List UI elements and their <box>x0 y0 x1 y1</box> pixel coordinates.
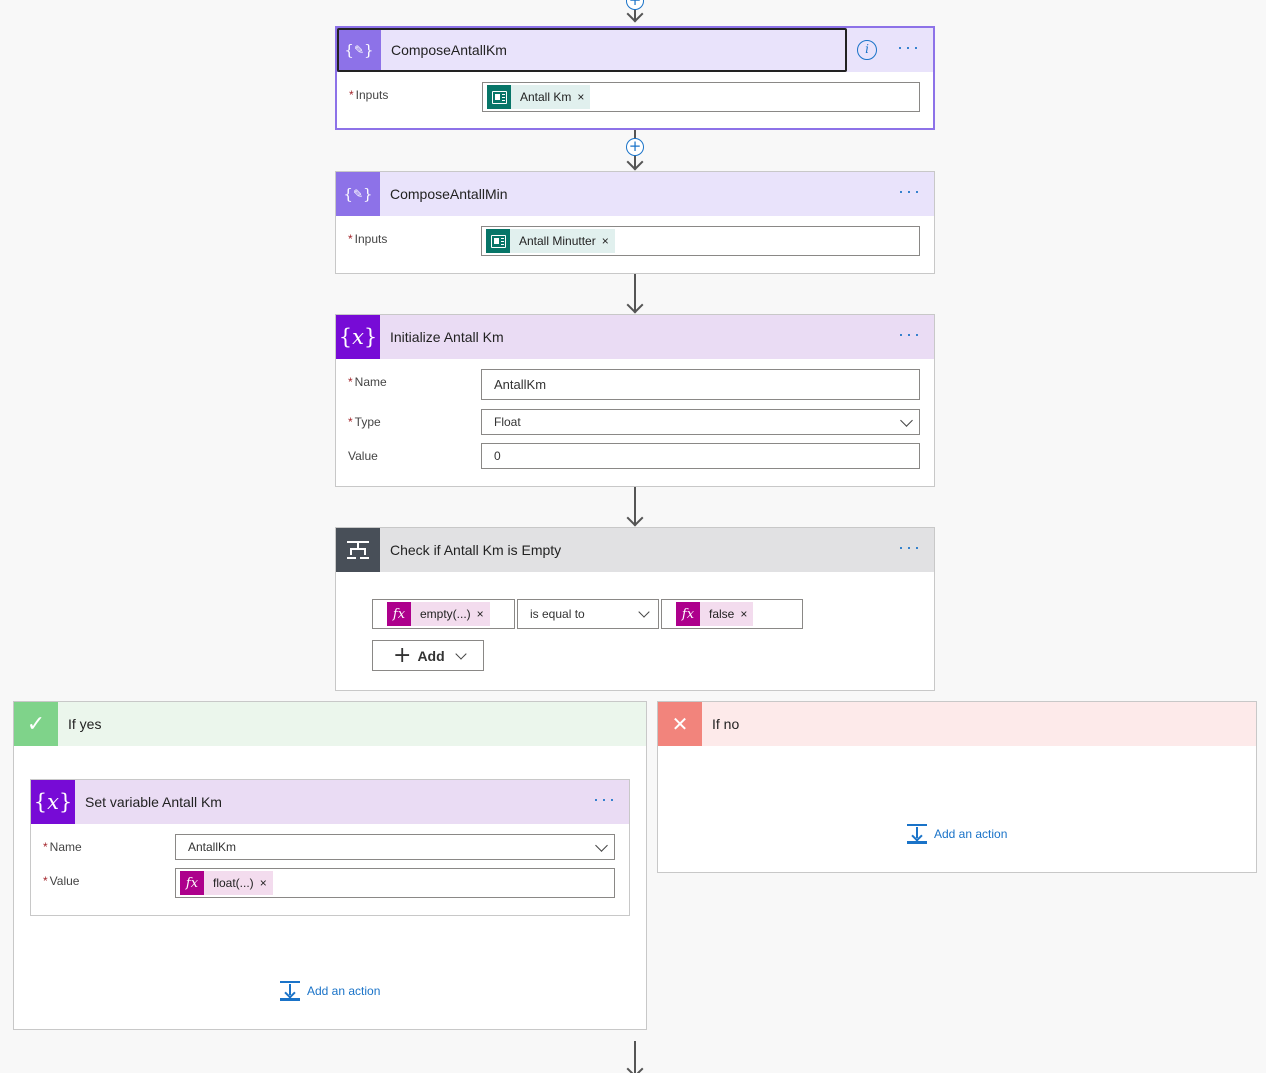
value-label: Value <box>348 449 378 463</box>
connector-arrowhead <box>626 509 644 527</box>
chevron-down-icon <box>595 839 608 852</box>
condition-left-operand[interactable]: fx empty(...) × <box>372 599 515 629</box>
value-label: * Value <box>43 874 80 888</box>
fx-icon: fx <box>387 602 411 626</box>
add-action-label: Add an action <box>934 827 1008 841</box>
variable-name-dropdown[interactable]: AntallKm <box>175 834 615 860</box>
branch-header[interactable]: ✓ If yes <box>14 702 646 746</box>
inputs-field[interactable]: Antall Minutter × <box>481 226 920 256</box>
token-label: false <box>700 602 741 626</box>
branch-title: If yes <box>68 716 102 732</box>
add-an-action-button[interactable]: Add an action <box>906 824 1007 844</box>
variable-type-value: Float <box>494 415 521 429</box>
branch-title: If no <box>712 716 740 732</box>
variable-x-icon: {x} <box>336 315 380 359</box>
variable-x-icon: {x} <box>31 780 75 824</box>
add-condition-button[interactable]: + Add <box>372 640 484 671</box>
card-title: Set variable Antall Km <box>85 794 222 810</box>
token-remove-icon[interactable]: × <box>259 871 273 895</box>
plus-icon: + <box>393 642 412 668</box>
type-label: * Type <box>348 415 381 429</box>
condition-icon <box>336 528 380 572</box>
add-an-action-button[interactable]: Add an action <box>279 981 380 1001</box>
title-focus-outline <box>337 28 847 72</box>
chevron-down-icon <box>638 606 650 618</box>
more-options-icon[interactable]: ··· <box>593 790 617 808</box>
condition-card[interactable]: Check if Antall Km is Empty ··· fx empty… <box>335 527 935 691</box>
token-label: Antall Minutter <box>510 229 602 253</box>
chevron-down-icon <box>900 414 913 427</box>
card-title: Check if Antall Km is Empty <box>390 542 562 558</box>
name-label: * Name <box>348 375 387 389</box>
token-label: Antall Km <box>511 85 578 109</box>
card-header[interactable]: {x} Initialize Antall Km ··· <box>336 315 934 359</box>
token-remove-icon[interactable]: × <box>577 85 591 109</box>
more-options-icon[interactable]: ··· <box>898 325 922 343</box>
variable-value: 0 <box>494 449 501 463</box>
branch-header[interactable]: ✕ If no <box>658 702 1256 746</box>
inputs-label: * Inputs <box>348 232 388 246</box>
variable-value-input[interactable]: fx float(...) × <box>175 868 615 898</box>
variable-name-input[interactable]: AntallKm <box>481 369 920 400</box>
dynamic-content-token[interactable]: Antall Km × <box>487 85 591 109</box>
card-title: ComposeAntallMin <box>390 186 508 202</box>
card-title: Initialize Antall Km <box>390 329 504 345</box>
more-options-icon[interactable]: ··· <box>898 182 922 200</box>
chevron-down-icon <box>454 647 467 660</box>
variable-name-value: AntallKm <box>494 377 547 392</box>
variable-value-input[interactable]: 0 <box>481 443 920 469</box>
compose-braces-icon: {✎} <box>336 172 380 216</box>
connector-arrowhead <box>626 1060 644 1073</box>
condition-operator-dropdown[interactable]: is equal to <box>517 599 659 629</box>
compose-antall-min-card[interactable]: {✎} ComposeAntallMin ··· * Inputs Antall … <box>335 171 935 274</box>
forms-icon <box>487 85 511 109</box>
dynamic-content-token[interactable]: Antall Minutter × <box>486 229 615 253</box>
condition-right-operand[interactable]: fx false × <box>661 599 803 629</box>
card-header[interactable]: Check if Antall Km is Empty ··· <box>336 528 934 572</box>
operator-value: is equal to <box>530 607 585 621</box>
token-remove-icon[interactable]: × <box>476 602 490 626</box>
connector-arrowhead <box>626 296 644 314</box>
inputs-label: * Inputs <box>349 88 389 102</box>
fx-icon: fx <box>676 602 700 626</box>
variable-name-value: AntallKm <box>188 840 237 854</box>
token-remove-icon[interactable]: × <box>601 229 615 253</box>
card-header[interactable]: {✎} ComposeAntallMin ··· <box>336 172 934 216</box>
token-label: float(...) <box>204 871 260 895</box>
card-header[interactable]: {x} Set variable Antall Km ··· <box>31 780 629 824</box>
add-action-icon <box>279 981 301 1001</box>
info-icon[interactable]: i <box>857 40 877 60</box>
close-icon: ✕ <box>658 702 702 746</box>
checkmark-icon: ✓ <box>14 702 58 746</box>
add-label: Add <box>417 647 445 664</box>
card-header[interactable]: {✎} ComposeAntallKm i ··· <box>337 28 933 72</box>
initialize-variable-card[interactable]: {x} Initialize Antall Km ··· * Name Antal… <box>335 314 935 487</box>
expression-token[interactable]: fx empty(...) × <box>387 602 490 626</box>
if-no-branch: ✕ If no Add an action <box>657 701 1257 873</box>
if-yes-branch: ✓ If yes {x} Set variable Antall Km ··· … <box>13 701 647 1030</box>
add-action-icon <box>906 824 928 844</box>
name-label: * Name <box>43 840 82 854</box>
set-variable-card[interactable]: {x} Set variable Antall Km ··· * Name Ant… <box>30 779 630 916</box>
add-action-label: Add an action <box>307 984 381 998</box>
compose-antall-km-card[interactable]: {✎} ComposeAntallKm i ··· * Inputs Antall… <box>335 26 935 130</box>
token-remove-icon[interactable]: × <box>740 602 754 626</box>
fx-icon: fx <box>180 871 204 895</box>
token-label: empty(...) <box>411 602 477 626</box>
variable-type-dropdown[interactable]: Float <box>481 409 920 435</box>
forms-icon <box>486 229 510 253</box>
more-options-icon[interactable]: ··· <box>897 38 921 56</box>
more-options-icon[interactable]: ··· <box>898 538 922 556</box>
expression-token[interactable]: fx float(...) × <box>180 871 273 895</box>
inputs-field[interactable]: Antall Km × <box>482 82 920 112</box>
expression-token[interactable]: fx false × <box>676 602 754 626</box>
connector-arrowhead <box>626 153 644 171</box>
